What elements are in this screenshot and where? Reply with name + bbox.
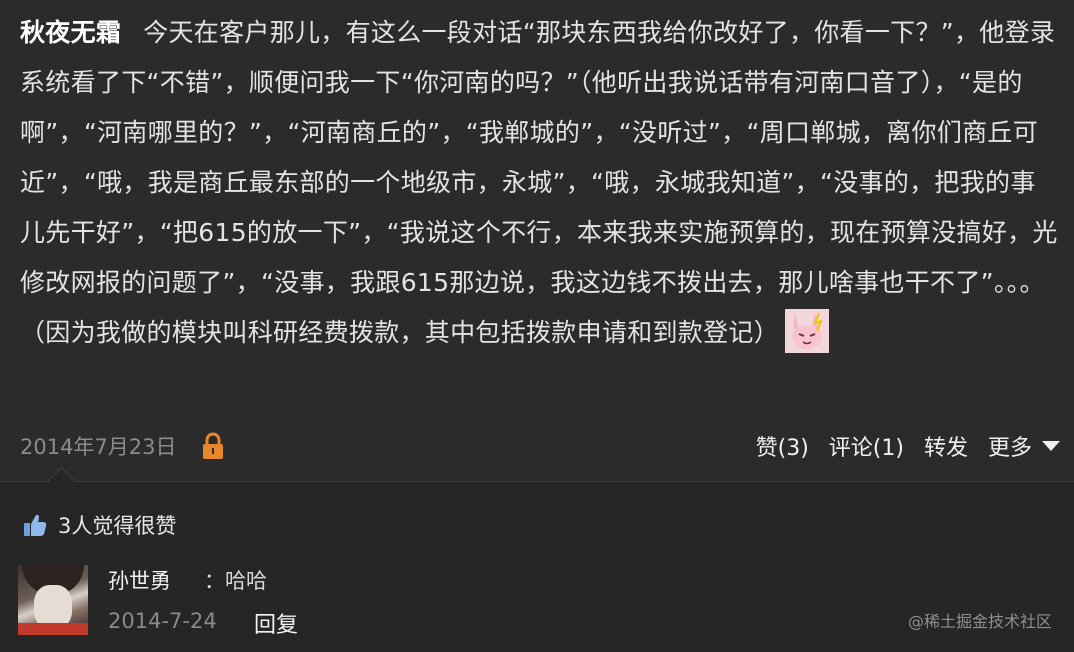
thumbs-up-icon: [22, 512, 48, 538]
post-actions: 赞(3) 评论(1) 转发 更多: [756, 430, 1060, 462]
post-meta: 2014年7月23日 赞(3) 评论(1) 转发 更多: [20, 428, 1060, 464]
comment-button[interactable]: 评论(1): [829, 430, 904, 462]
comment-item: 孙世勇 ：哈哈 2014-7-24 回复: [18, 565, 1058, 645]
chevron-down-icon: [1042, 441, 1060, 451]
reply-button[interactable]: 回复: [254, 607, 298, 639]
avatar[interactable]: [18, 565, 88, 635]
pink-rabbit-emoji-icon: [785, 309, 830, 353]
share-button[interactable]: 转发: [924, 430, 968, 462]
comment-author[interactable]: 孙世勇: [108, 565, 171, 595]
watermark: @稀土掘金技术社区: [907, 612, 1052, 631]
post-text: 今天在客户那儿，有这么一段对话“那块东西我给你改好了，你看一下？”，他登录系统看…: [20, 18, 1058, 347]
lock-icon: [201, 432, 225, 460]
post-author[interactable]: 秋夜无霜: [20, 18, 121, 47]
more-button[interactable]: 更多: [988, 430, 1060, 462]
post-date[interactable]: 2014年7月23日: [20, 431, 177, 461]
like-button[interactable]: 赞(3): [756, 430, 809, 462]
more-label: 更多: [987, 436, 1032, 461]
likes-summary: 3人觉得很赞: [22, 510, 176, 540]
comment-date: 2014-7-24: [108, 609, 217, 633]
post-card: 秋夜无霜 今天在客户那儿，有这么一段对话“那块东西我给你改好了，你看一下？”，他登…: [0, 0, 1074, 480]
comment-text: ：哈哈: [204, 569, 267, 593]
post-body: 秋夜无霜 今天在客户那儿，有这么一段对话“那块东西我给你改好了，你看一下？”，他登…: [20, 8, 1060, 358]
likes-text[interactable]: 3人觉得很赞: [58, 510, 176, 540]
